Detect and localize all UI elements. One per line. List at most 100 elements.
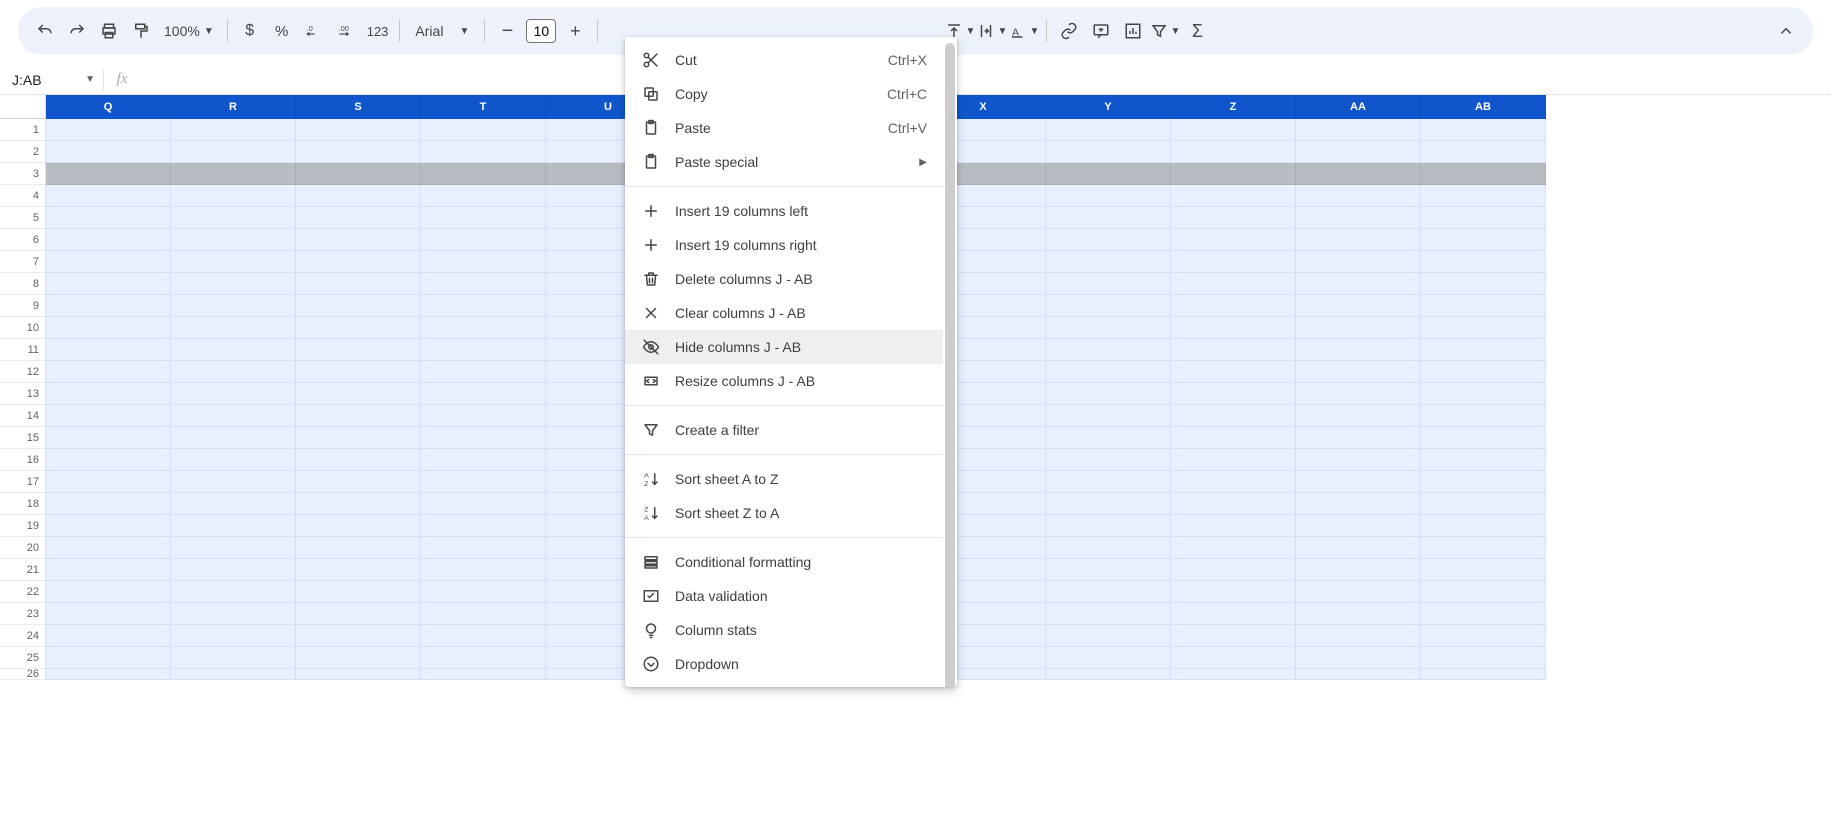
cell[interactable] [421, 361, 546, 383]
cell[interactable] [1171, 493, 1296, 515]
cell[interactable] [1296, 383, 1421, 405]
cell[interactable] [1296, 537, 1421, 559]
menu-item[interactable]: Create a filter [625, 413, 943, 447]
cell[interactable] [1421, 625, 1546, 647]
cell[interactable] [1421, 427, 1546, 449]
menu-item[interactable]: Hide columns J - AB [625, 330, 943, 364]
row-header[interactable]: 18 [0, 493, 46, 515]
menu-item[interactable]: Resize columns J - AB [625, 364, 943, 398]
cell[interactable] [1296, 449, 1421, 471]
cell[interactable] [171, 383, 296, 405]
comment-button[interactable] [1086, 16, 1116, 46]
cell[interactable] [421, 339, 546, 361]
cell[interactable] [1046, 141, 1171, 163]
cell[interactable] [296, 603, 421, 625]
cell[interactable] [46, 207, 171, 229]
cell[interactable] [421, 625, 546, 647]
wrap-dropdown[interactable]: ▼ [977, 16, 1007, 46]
cell[interactable] [1171, 295, 1296, 317]
row-header[interactable]: 22 [0, 581, 46, 603]
menu-item[interactable]: Clear columns J - AB [625, 296, 943, 330]
cell[interactable] [1296, 471, 1421, 493]
row-header[interactable]: 11 [0, 339, 46, 361]
cell[interactable] [171, 405, 296, 427]
cell[interactable] [421, 559, 546, 581]
cell[interactable] [421, 515, 546, 537]
cell[interactable] [1046, 317, 1171, 339]
cell[interactable] [46, 273, 171, 295]
percent-button[interactable]: % [267, 16, 297, 46]
cell[interactable] [46, 647, 171, 669]
cell[interactable] [296, 515, 421, 537]
cell[interactable] [296, 339, 421, 361]
redo-button[interactable] [62, 16, 92, 46]
cell[interactable] [1171, 471, 1296, 493]
cell[interactable] [296, 383, 421, 405]
cell[interactable] [421, 581, 546, 603]
cell[interactable] [46, 339, 171, 361]
cell[interactable] [46, 383, 171, 405]
cell[interactable] [171, 427, 296, 449]
increase-font-button[interactable]: + [560, 16, 590, 46]
cell[interactable] [1296, 317, 1421, 339]
formula-input[interactable] [140, 65, 1831, 94]
cell[interactable] [1421, 405, 1546, 427]
cell[interactable] [46, 625, 171, 647]
cell[interactable] [1171, 141, 1296, 163]
cell[interactable] [1296, 295, 1421, 317]
cell[interactable] [421, 185, 546, 207]
menu-item[interactable]: Column stats [625, 613, 943, 647]
filter-dropdown[interactable]: ▼ [1150, 16, 1180, 46]
cell[interactable] [171, 471, 296, 493]
cell[interactable] [1046, 273, 1171, 295]
column-header[interactable]: Y [1046, 95, 1171, 119]
row-header[interactable]: 12 [0, 361, 46, 383]
cell[interactable] [1421, 537, 1546, 559]
cell[interactable] [1296, 669, 1421, 680]
row-header[interactable]: 9 [0, 295, 46, 317]
row-header[interactable]: 16 [0, 449, 46, 471]
print-button[interactable] [94, 16, 124, 46]
cell[interactable] [1171, 207, 1296, 229]
cell[interactable] [1171, 515, 1296, 537]
cell[interactable] [296, 625, 421, 647]
cell[interactable] [296, 163, 421, 185]
link-button[interactable] [1054, 16, 1084, 46]
cell[interactable] [1046, 119, 1171, 141]
cell[interactable] [1296, 141, 1421, 163]
cell[interactable] [1046, 383, 1171, 405]
cell[interactable] [1046, 603, 1171, 625]
cell[interactable] [1421, 207, 1546, 229]
row-header[interactable]: 2 [0, 141, 46, 163]
column-header[interactable]: AA [1296, 95, 1421, 119]
cell[interactable] [46, 163, 171, 185]
cell[interactable] [1421, 229, 1546, 251]
row-header[interactable]: 26 [0, 669, 46, 680]
cell[interactable] [1296, 493, 1421, 515]
cell[interactable] [1046, 559, 1171, 581]
cell[interactable] [1046, 185, 1171, 207]
cell[interactable] [296, 207, 421, 229]
more-formats-button[interactable]: 123 [363, 16, 393, 46]
cell[interactable] [421, 295, 546, 317]
cell[interactable] [421, 317, 546, 339]
cell[interactable] [296, 449, 421, 471]
cell[interactable] [1421, 141, 1546, 163]
cell[interactable] [1296, 251, 1421, 273]
cell[interactable] [1296, 185, 1421, 207]
row-header[interactable]: 5 [0, 207, 46, 229]
cell[interactable] [1296, 427, 1421, 449]
cell[interactable] [1046, 251, 1171, 273]
cell[interactable] [171, 251, 296, 273]
cell[interactable] [1421, 515, 1546, 537]
row-header[interactable]: 13 [0, 383, 46, 405]
cell[interactable] [171, 625, 296, 647]
cell[interactable] [1171, 185, 1296, 207]
cell[interactable] [1171, 449, 1296, 471]
cell[interactable] [421, 141, 546, 163]
cell[interactable] [1421, 185, 1546, 207]
row-header[interactable]: 23 [0, 603, 46, 625]
cell[interactable] [1421, 119, 1546, 141]
row-header[interactable]: 4 [0, 185, 46, 207]
row-header[interactable]: 6 [0, 229, 46, 251]
